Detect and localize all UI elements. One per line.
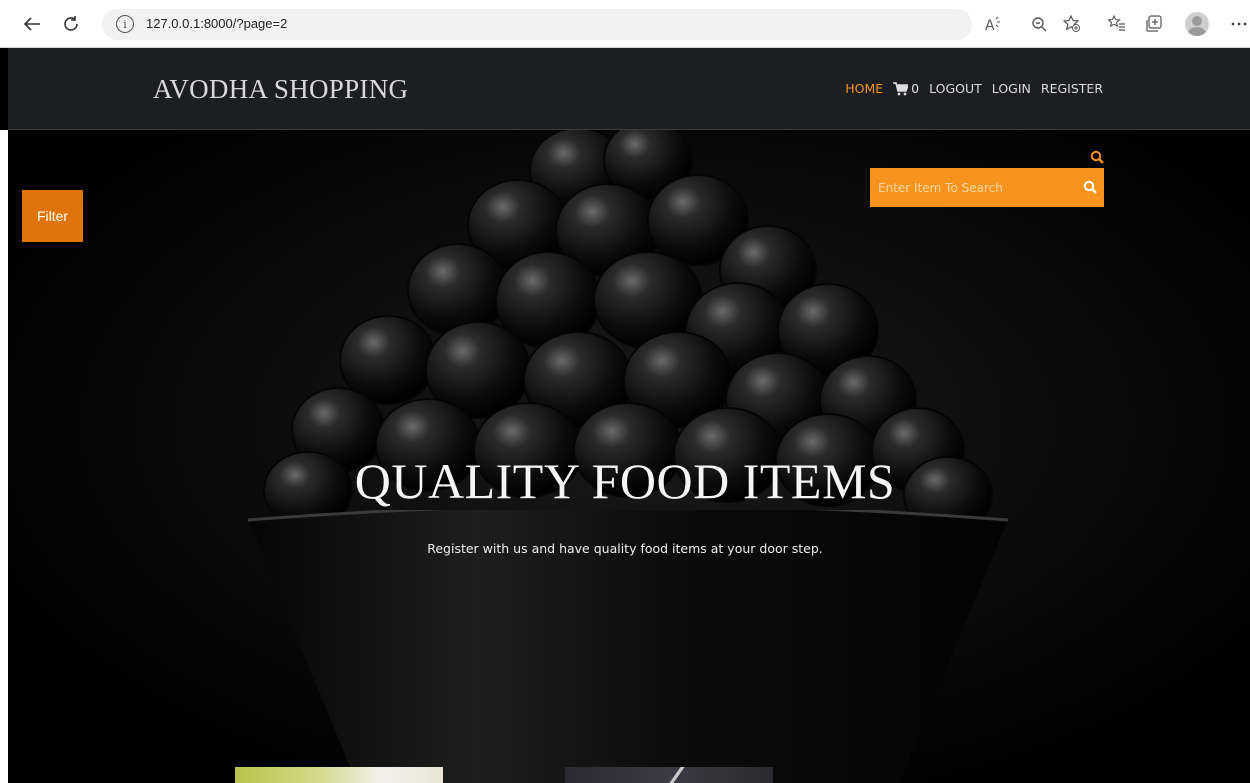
refresh-icon[interactable]: [59, 12, 83, 36]
favorites-icon[interactable]: [1106, 13, 1128, 35]
hero-title: QUALITY FOOD ITEMS: [354, 453, 896, 509]
site-header: AVODHA SHOPPING HOME 0 LOGOUT LOGIN REGI…: [8, 48, 1250, 130]
hero-subtitle: Register with us and have quality food i…: [427, 541, 823, 556]
cart-count: 0: [911, 81, 920, 96]
read-aloud-icon[interactable]: A: [982, 13, 1004, 35]
browser-toolbar: i 127.0.0.1:8000/?page=2 A: [0, 0, 1250, 48]
nav-register[interactable]: REGISTER: [1041, 81, 1103, 96]
url-text: 127.0.0.1:8000/?page=2: [146, 16, 288, 31]
nav-login[interactable]: LOGIN: [992, 81, 1031, 96]
collections-icon[interactable]: [1143, 13, 1165, 35]
product-thumbnail[interactable]: [565, 767, 773, 783]
nav-home[interactable]: HOME: [845, 81, 883, 96]
back-icon[interactable]: [20, 12, 44, 36]
address-bar[interactable]: i 127.0.0.1:8000/?page=2: [102, 9, 972, 40]
cart-icon: [893, 81, 909, 95]
profile-avatar[interactable]: [1185, 12, 1209, 36]
filter-button[interactable]: Filter: [22, 190, 83, 242]
nav-cart[interactable]: 0: [893, 81, 919, 96]
add-favorite-icon[interactable]: [1061, 13, 1083, 35]
svg-text:A: A: [985, 18, 995, 33]
search-icon: [1090, 150, 1104, 164]
search-box: [870, 168, 1104, 207]
brand-logo[interactable]: AVODHA SHOPPING: [153, 74, 408, 105]
zoom-icon[interactable]: [1028, 13, 1050, 35]
search-submit-icon[interactable]: [1083, 180, 1097, 194]
main-nav: HOME 0 LOGOUT LOGIN REGISTER: [845, 81, 1103, 96]
product-thumbnail[interactable]: [235, 767, 443, 783]
site-info-icon[interactable]: i: [116, 15, 134, 33]
search-input[interactable]: [870, 168, 1070, 207]
more-options-icon[interactable]: [1228, 13, 1250, 35]
nav-logout[interactable]: LOGOUT: [929, 81, 982, 96]
